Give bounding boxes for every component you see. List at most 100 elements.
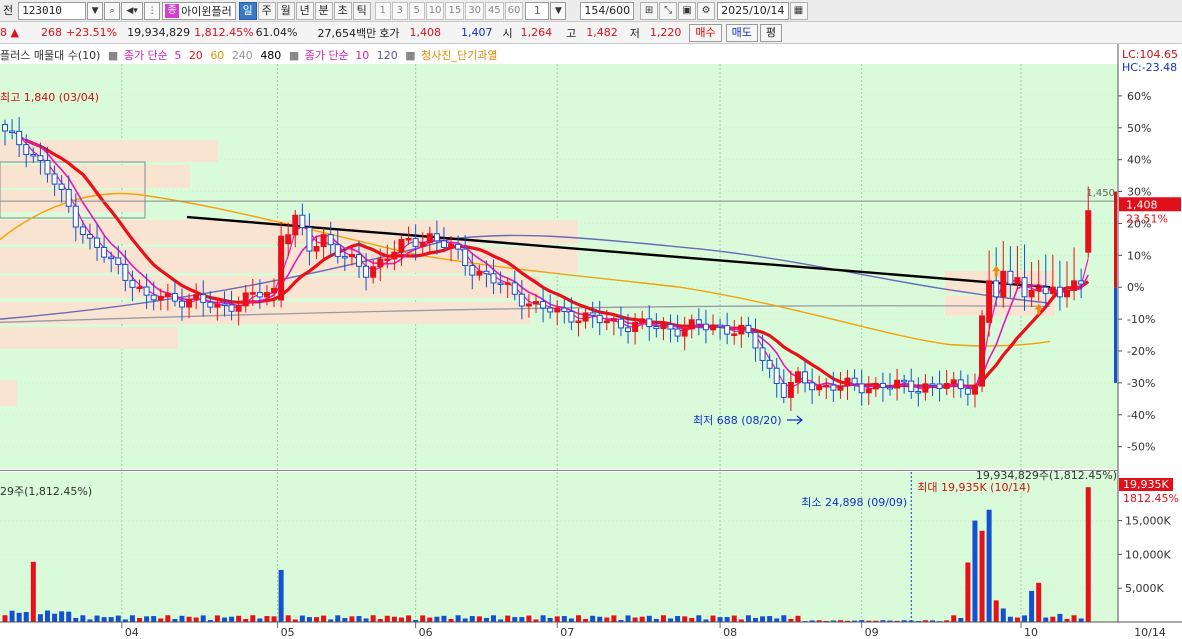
tab-period-tick[interactable]: 틱 [352, 1, 371, 20]
eval-button[interactable]: 평 [759, 23, 782, 42]
volume-bar [349, 616, 355, 622]
tab-period-month[interactable]: 월 [276, 1, 295, 20]
candle [901, 379, 908, 383]
split-icon[interactable]: ⤡ [659, 1, 678, 20]
buy-button[interactable]: 매수 [689, 23, 722, 42]
legend-ma20[interactable]: 20 [189, 49, 203, 62]
volume-bar [767, 616, 773, 622]
volume-bar [1029, 590, 1035, 622]
display-count-total: /600 [605, 3, 631, 17]
legend-ma10[interactable]: 10 [355, 49, 369, 62]
volume-bar [554, 616, 560, 622]
interval-30[interactable]: 30 [465, 1, 484, 20]
interval-input[interactable]: 1 [525, 1, 550, 20]
volume-bar [16, 612, 22, 622]
quote-volume: 19,934,829 [127, 26, 191, 39]
candle [908, 380, 915, 392]
interval-5[interactable]: 5 [408, 1, 425, 20]
candle [773, 367, 780, 384]
candle [1035, 286, 1042, 291]
candle [497, 282, 504, 285]
tab-period-year[interactable]: 년 [295, 1, 314, 20]
legend-ma240[interactable]: 240 [232, 49, 253, 62]
candle [391, 251, 398, 260]
indicator-legend: 플러스 매물대 수(10) ■ 종가 단순 5 20 60 240 480 ■ … [0, 49, 498, 62]
tab-period-second[interactable]: 초 [333, 1, 352, 20]
volume-bar [491, 615, 497, 622]
legend-ma120[interactable]: 120 [377, 49, 398, 62]
volume-bar [526, 615, 532, 622]
display-count-field[interactable]: 154/600 [580, 1, 635, 20]
volume-bar [760, 616, 766, 622]
tab-period-week[interactable]: 주 [257, 1, 276, 20]
tab-period-minute[interactable]: 분 [314, 1, 333, 20]
price-chart[interactable]: 04 05 06 07 08 09 10 10/1460%50%40%30%20%10%0%-… [0, 44, 1182, 639]
y-tick-label: 0% [1127, 281, 1144, 294]
legend-ma480[interactable]: 480 [260, 49, 281, 62]
chevron-down-icon[interactable]: ▼ [550, 1, 567, 20]
menu-more-icon[interactable]: ⋮ [144, 1, 161, 20]
stock-code-input[interactable]: 123010 [18, 1, 87, 20]
volume-bar [236, 615, 242, 622]
candle [94, 237, 101, 248]
stock-name-field[interactable]: 종 아이윈플러 [162, 1, 236, 20]
volume-bar [193, 617, 199, 622]
interval-3[interactable]: 3 [391, 1, 408, 20]
interval-15[interactable]: 15 [445, 1, 465, 20]
legend-ma5[interactable]: 5 [174, 49, 181, 62]
candle [469, 265, 476, 276]
volume-bar [632, 617, 638, 622]
volume-bar [434, 616, 440, 622]
speaker-icon[interactable]: ◀▾ [121, 1, 144, 20]
quote-low: 1,220 [649, 26, 682, 39]
candle [1000, 270, 1007, 298]
search-icon[interactable]: ⌕ [104, 1, 121, 20]
volume-bar [1057, 613, 1063, 622]
tab-period-day[interactable]: 일 [238, 1, 257, 20]
gear-icon[interactable]: ⚙ [697, 1, 716, 20]
interval-1[interactable]: 1 [374, 1, 391, 20]
volume-bar [979, 530, 985, 622]
legend-ma-group2-label[interactable]: 종가 단순 [305, 49, 349, 62]
legend-ma60[interactable]: 60 [210, 49, 224, 62]
volume-bar [306, 617, 312, 622]
candle [759, 347, 766, 361]
legend-volume-profile[interactable]: 플러스 매물대 수(10) [0, 49, 100, 62]
candle [101, 246, 108, 258]
candle [625, 327, 632, 332]
candle [979, 315, 986, 387]
candle [582, 312, 589, 322]
candle [986, 280, 993, 323]
interval-60[interactable]: 60 [504, 1, 524, 20]
interval-10[interactable]: 10 [425, 1, 445, 20]
y-tick-label: 50% [1127, 122, 1151, 135]
volume-profile-bar [0, 276, 540, 298]
save-icon[interactable]: ▣ [678, 1, 697, 20]
volume-bar [689, 617, 695, 622]
legend-ma-group1-label[interactable]: 종가 단순 [124, 49, 168, 62]
volume-bar [52, 613, 58, 622]
candle [44, 160, 51, 175]
volume-bar [44, 610, 50, 622]
sell-button[interactable]: 매도 [725, 23, 758, 42]
volume-bar [512, 617, 518, 622]
volume-bar [186, 616, 192, 622]
candle [370, 266, 377, 278]
volume-bar [724, 617, 730, 622]
candle [214, 303, 221, 308]
candle [193, 294, 200, 300]
volume-bar [370, 615, 376, 622]
legend-signal[interactable]: 청사진_단기과열 [421, 49, 497, 62]
chart-compare-icon[interactable]: ⊞ [640, 1, 659, 20]
candle [724, 325, 731, 335]
calendar-icon[interactable]: ▦ [789, 1, 808, 20]
candle [653, 326, 660, 330]
interval-45[interactable]: 45 [484, 1, 504, 20]
candle [334, 244, 341, 257]
date-field[interactable]: 2025/10/14 [717, 1, 789, 20]
candle [971, 385, 978, 395]
x-tick-label-current: 10/14 [1134, 626, 1166, 639]
candle [30, 154, 37, 157]
candle [865, 388, 872, 394]
chevron-down-icon[interactable]: ▼ [87, 1, 104, 20]
